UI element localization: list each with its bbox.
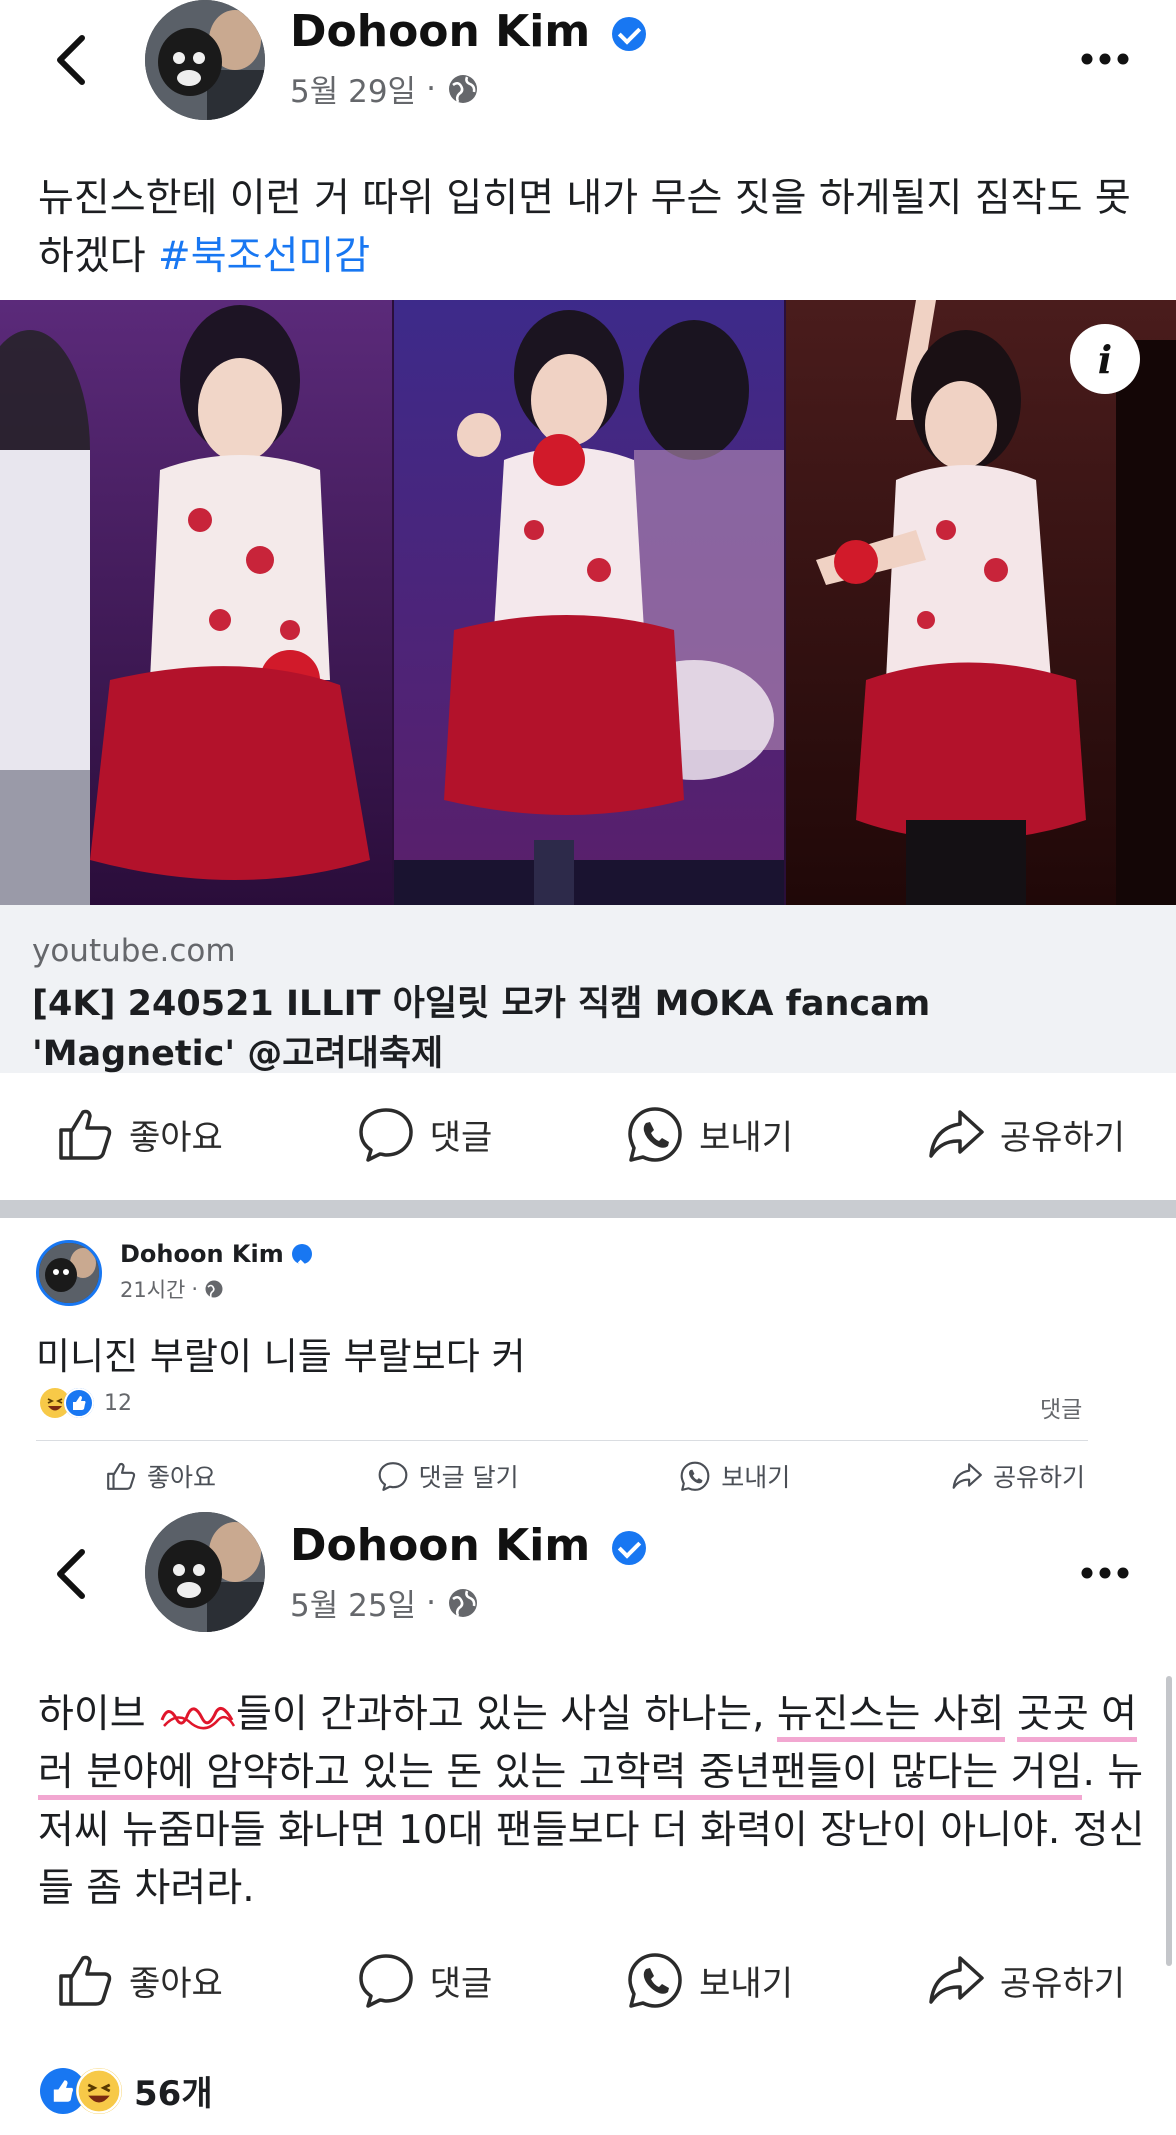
- post-2-text: 미니진 부랄이 니들 부랄보다 커: [36, 1335, 526, 1378]
- avatar[interactable]: [145, 0, 265, 120]
- globe-icon: [448, 74, 477, 103]
- share-button-small[interactable]: 공유하기: [951, 1458, 1085, 1494]
- whatsapp-icon: [628, 1953, 682, 2008]
- comment-button[interactable]: 댓글: [356, 1950, 492, 2010]
- post-3-actions: 좋아요 댓글 보내기 공유하기: [55, 1950, 1125, 2010]
- comment-count-label[interactable]: 댓글: [1040, 1390, 1082, 1424]
- verified-badge-icon: [611, 1531, 646, 1565]
- post-2-divider: [36, 1440, 1088, 1441]
- photo-2: [394, 300, 784, 905]
- link-preview-image[interactable]: i: [0, 300, 1176, 905]
- post-time[interactable]: 21시간: [120, 1274, 185, 1304]
- send-button[interactable]: 보내기: [625, 1950, 793, 2010]
- post-date[interactable]: 5월 29일: [290, 66, 416, 111]
- back-arrow-icon[interactable]: [48, 1546, 92, 1602]
- thumbs-up-icon: [59, 1955, 112, 2006]
- thumbs-up-icon: [107, 1462, 136, 1490]
- comment-button[interactable]: 댓글: [356, 1104, 492, 1164]
- comment-button-small[interactable]: 댓글 달기: [377, 1458, 519, 1494]
- thumbs-up-icon: [59, 1109, 112, 1160]
- avatar-small[interactable]: [36, 1240, 102, 1306]
- redacted-scribble: [158, 1700, 236, 1734]
- haha-reaction-icon: [76, 2067, 122, 2114]
- like-button-small[interactable]: 좋아요: [105, 1458, 216, 1494]
- verified-badge-small-icon: [291, 1244, 312, 1264]
- like-reaction-icon: [64, 1388, 94, 1418]
- post-3: Dohoon Kim 5월 25일 · 하이브 들이 간과하고 있는 사실 하나…: [0, 1506, 1176, 2135]
- section-divider: [0, 1200, 1176, 1218]
- author-name[interactable]: Dohoon Kim: [290, 1520, 646, 1571]
- whatsapp-icon: [680, 1461, 710, 1491]
- author-name-small[interactable]: Dohoon Kim: [120, 1240, 312, 1268]
- whatsapp-icon: [628, 1107, 682, 1162]
- link-title: [4K] 240521 ILLIT 아일릿 모카 직캠 MOKA fancam …: [32, 984, 931, 1074]
- reactions-summary[interactable]: 12: [40, 1388, 132, 1418]
- share-arrow-icon: [929, 1956, 984, 2004]
- globe-icon: [448, 1588, 477, 1617]
- author-name[interactable]: Dohoon Kim: [290, 6, 646, 57]
- highlighted-text-1: 뉴진스는 사회: [776, 1692, 1005, 1742]
- post-2-actions: 좋아요 댓글 달기 보내기 공유하기: [105, 1458, 1085, 1494]
- send-button-small[interactable]: 보내기: [679, 1458, 790, 1494]
- post-meta: 5월 29일 ·: [290, 66, 480, 111]
- comment-bubble-icon: [378, 1462, 408, 1491]
- avatar[interactable]: [145, 1512, 265, 1632]
- comment-bubble-icon: [358, 1108, 413, 1162]
- reaction-count: 12: [104, 1390, 132, 1416]
- post-2: Dohoon Kim 21시간 · 미니진 부랄이 니들 부랄보다 커 12 댓…: [0, 1218, 1176, 1506]
- post-1: Dohoon Kim 5월 29일 · 뉴진스한테 이런 거 따위 입히면 내가…: [0, 0, 1176, 1200]
- reactions-summary[interactable]: 56개: [40, 2066, 213, 2115]
- post-3-text: 하이브 들이 간과하고 있는 사실 하나는, 뉴진스는 사회 곳곳 여러 분야에…: [38, 1692, 1145, 1911]
- post-2-meta: 21시간 ·: [120, 1274, 224, 1304]
- link-domain: youtube.com: [32, 933, 236, 969]
- comment-bubble-icon: [358, 1954, 413, 2008]
- post-text: 뉴진스한테 이런 거 따위 입히면 내가 무슨 짓을 하게될지 짐작도 못하겠다…: [38, 176, 1131, 279]
- hashtag-link[interactable]: #북조선미감: [158, 234, 370, 279]
- post-meta: 5월 25일 ·: [290, 1580, 480, 1625]
- scrollbar[interactable]: [1166, 1676, 1172, 1966]
- share-button[interactable]: 공유하기: [926, 1104, 1125, 1164]
- verified-badge-icon: [611, 17, 646, 51]
- send-button[interactable]: 보내기: [625, 1104, 793, 1164]
- share-arrow-icon: [929, 1110, 984, 1158]
- back-arrow-icon[interactable]: [48, 32, 92, 88]
- post-date[interactable]: 5월 25일: [290, 1580, 416, 1625]
- like-button[interactable]: 좋아요: [55, 1950, 223, 2010]
- globe-icon-small: [205, 1280, 223, 1298]
- more-options-icon[interactable]: [1080, 1566, 1130, 1580]
- post-1-actions: 좋아요 댓글 보내기 공유하기: [55, 1104, 1125, 1164]
- like-button[interactable]: 좋아요: [55, 1104, 223, 1164]
- more-options-icon[interactable]: [1080, 52, 1130, 66]
- link-preview-caption[interactable]: youtube.com [4K] 240521 ILLIT 아일릿 모카 직캠 …: [0, 905, 1176, 1074]
- photo-1: [0, 300, 392, 905]
- share-button[interactable]: 공유하기: [926, 1950, 1125, 2010]
- reaction-count: 56개: [134, 2074, 213, 2114]
- share-arrow-icon: [952, 1463, 982, 1489]
- info-icon[interactable]: i: [1070, 324, 1140, 394]
